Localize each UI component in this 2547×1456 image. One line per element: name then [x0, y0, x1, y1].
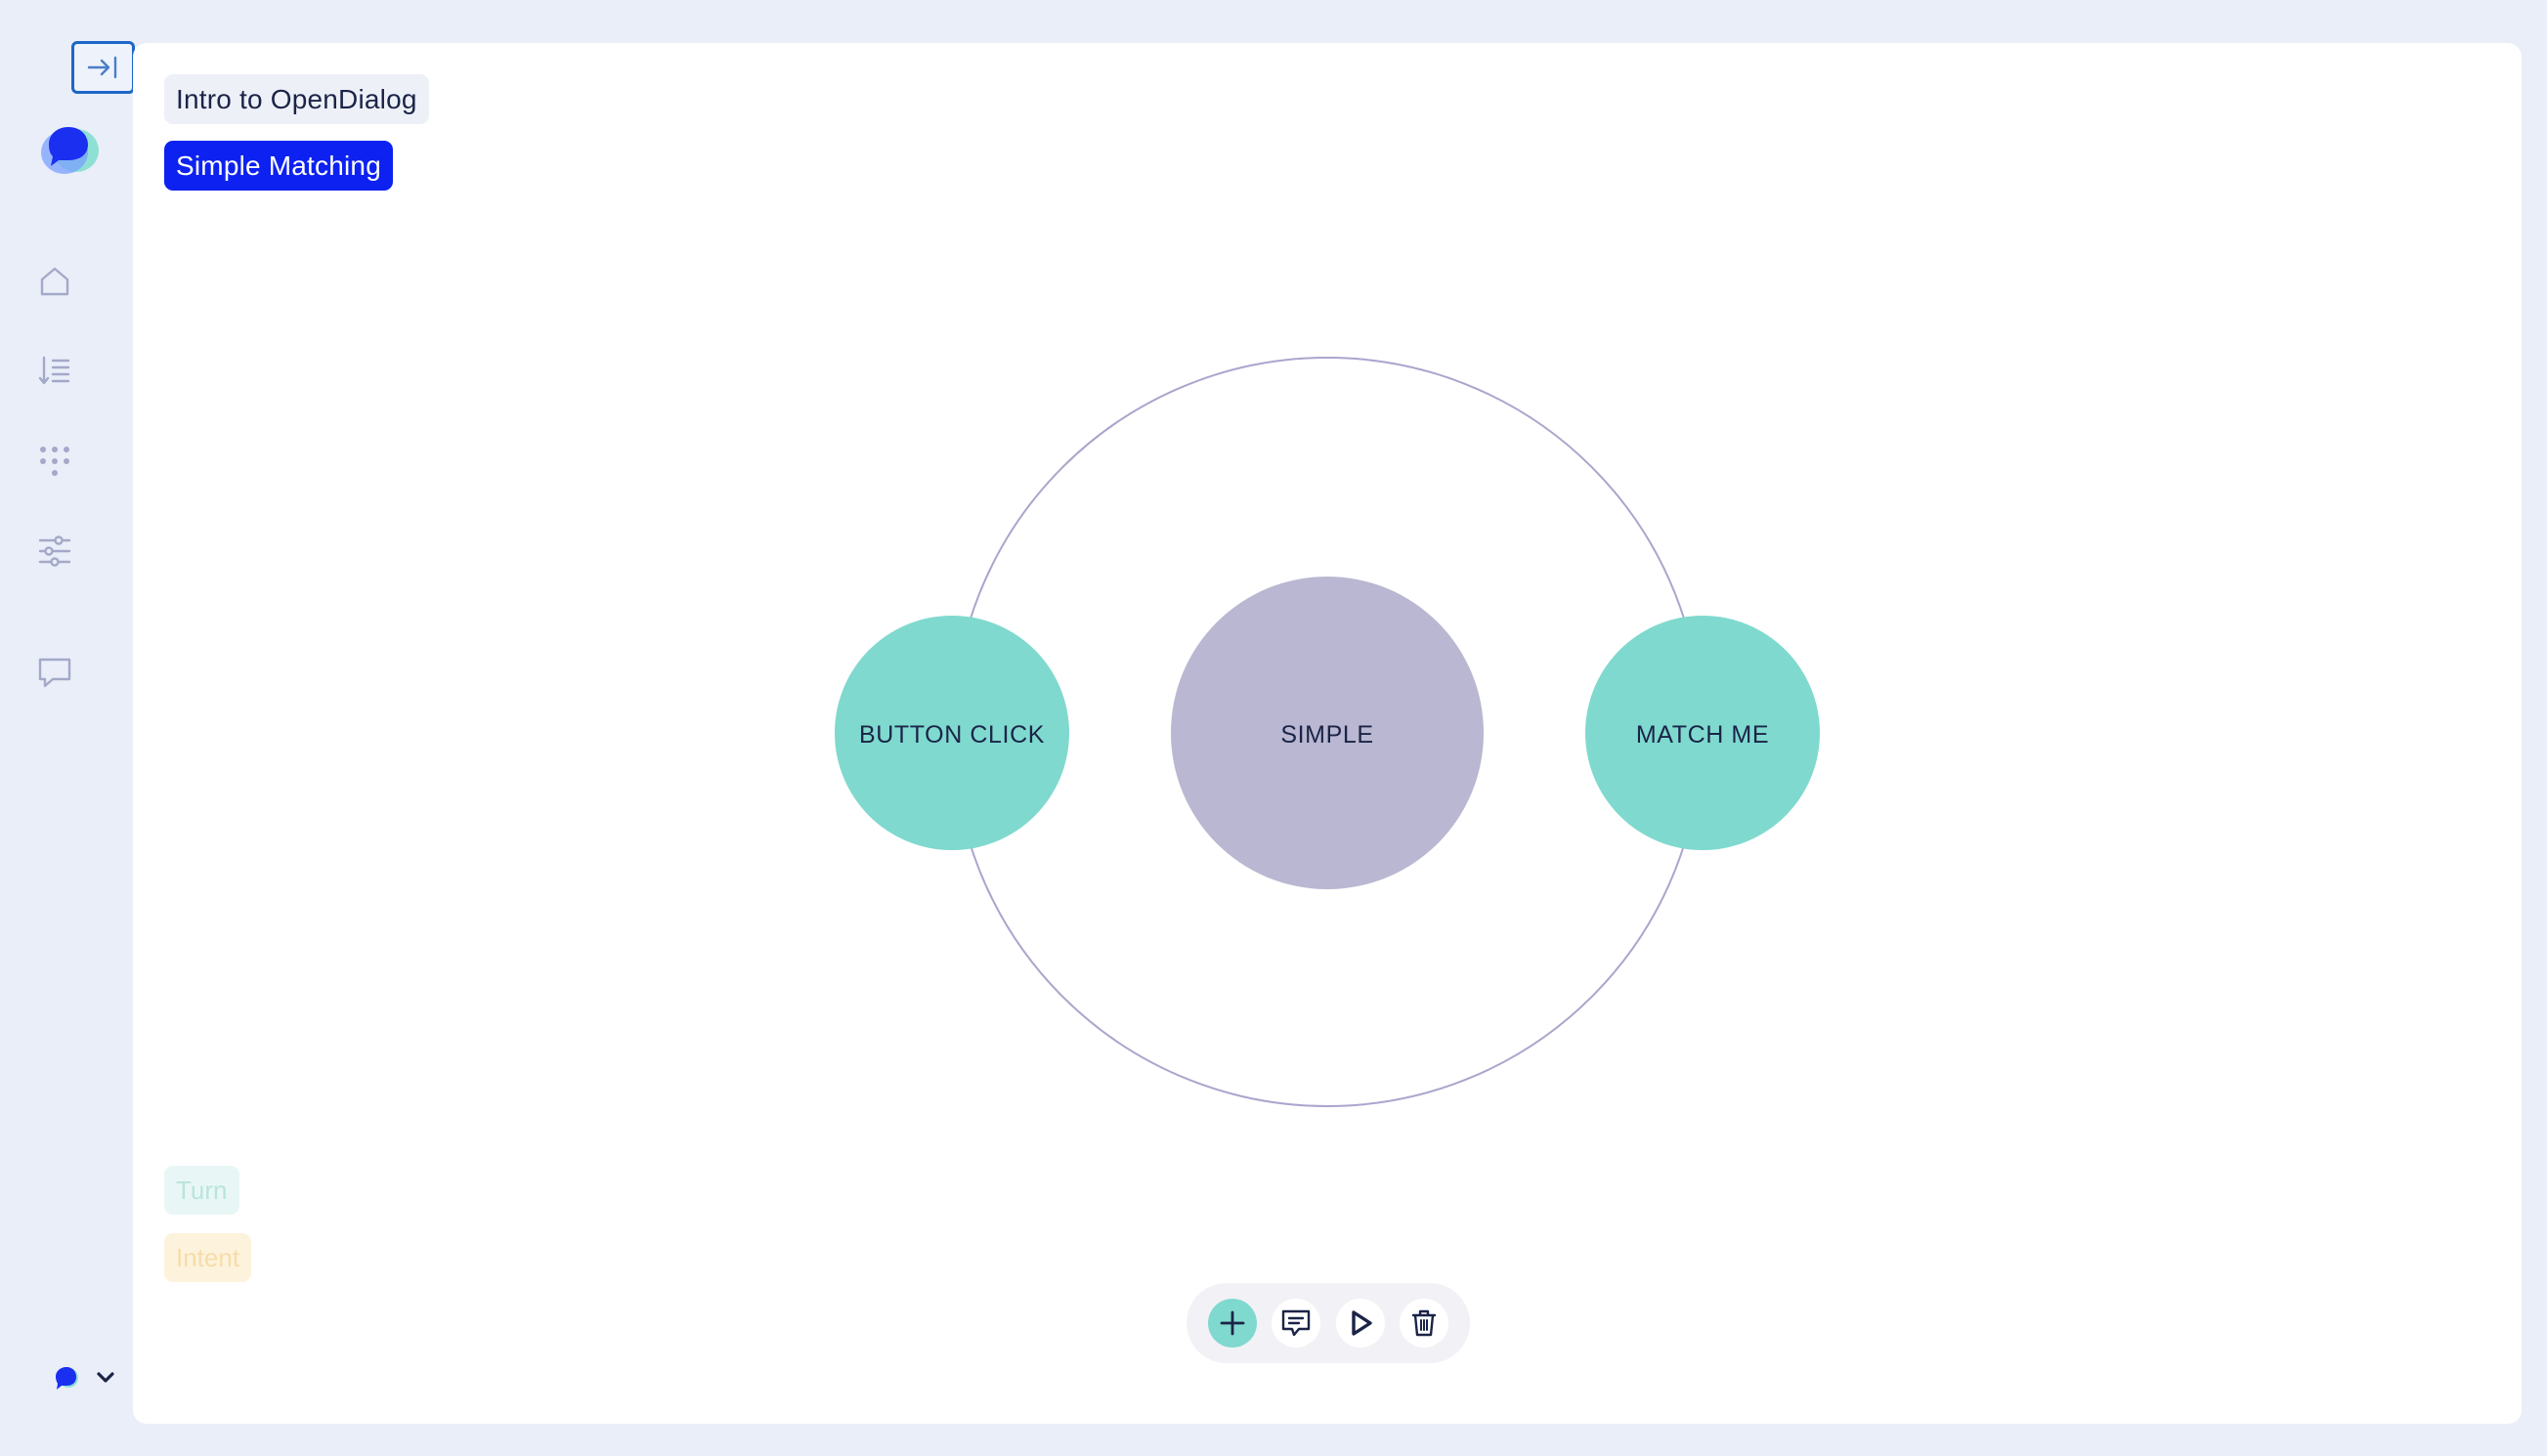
user-avatar-icon — [56, 1367, 78, 1390]
sort-list-icon — [38, 356, 70, 385]
node-simple-label: SIMPLE — [1280, 721, 1373, 749]
sidebar — [0, 0, 135, 1456]
message-edit-icon — [1282, 1309, 1311, 1337]
node-match-me-label: MATCH ME — [1636, 721, 1769, 749]
plus-icon — [1220, 1310, 1245, 1336]
chat-bubble-icon — [38, 658, 71, 688]
node-simple[interactable]: SIMPLE — [1171, 577, 1484, 889]
collapse-sidebar-icon — [87, 56, 116, 79]
collapse-sidebar-button[interactable] — [71, 41, 135, 94]
user-menu-button[interactable] — [47, 1358, 125, 1397]
nav-settings-button[interactable] — [29, 526, 80, 577]
dots-grid-icon — [40, 447, 69, 476]
conversation-canvas: Intro to OpenDialog Simple Matching BUTT… — [133, 43, 2522, 1424]
trash-icon — [1412, 1309, 1437, 1337]
home-icon — [40, 267, 69, 296]
legend-turn: Turn — [164, 1166, 239, 1215]
nav-preview-button[interactable] — [29, 647, 80, 698]
canvas-toolbar — [1187, 1283, 1470, 1363]
conversation-graph: BUTTON CLICK SIMPLE MATCH ME — [835, 357, 1820, 1107]
nav-scenarios-button[interactable] — [29, 346, 80, 397]
nav-apps-button[interactable] — [29, 436, 80, 487]
add-button[interactable] — [1207, 1299, 1257, 1348]
delete-button[interactable] — [1400, 1299, 1449, 1348]
nav-home-button[interactable] — [29, 256, 80, 307]
sliders-icon — [38, 535, 71, 567]
message-button[interactable] — [1272, 1299, 1321, 1348]
chevron-down-icon — [97, 1372, 114, 1383]
play-button[interactable] — [1335, 1299, 1385, 1348]
opendialog-logo-icon[interactable] — [35, 115, 104, 184]
play-icon — [1352, 1310, 1372, 1336]
node-button-click-label: BUTTON CLICK — [859, 721, 1045, 749]
legend-intent: Intent — [164, 1233, 252, 1282]
node-match-me[interactable]: MATCH ME — [1585, 616, 1820, 850]
node-button-click[interactable]: BUTTON CLICK — [835, 616, 1069, 850]
